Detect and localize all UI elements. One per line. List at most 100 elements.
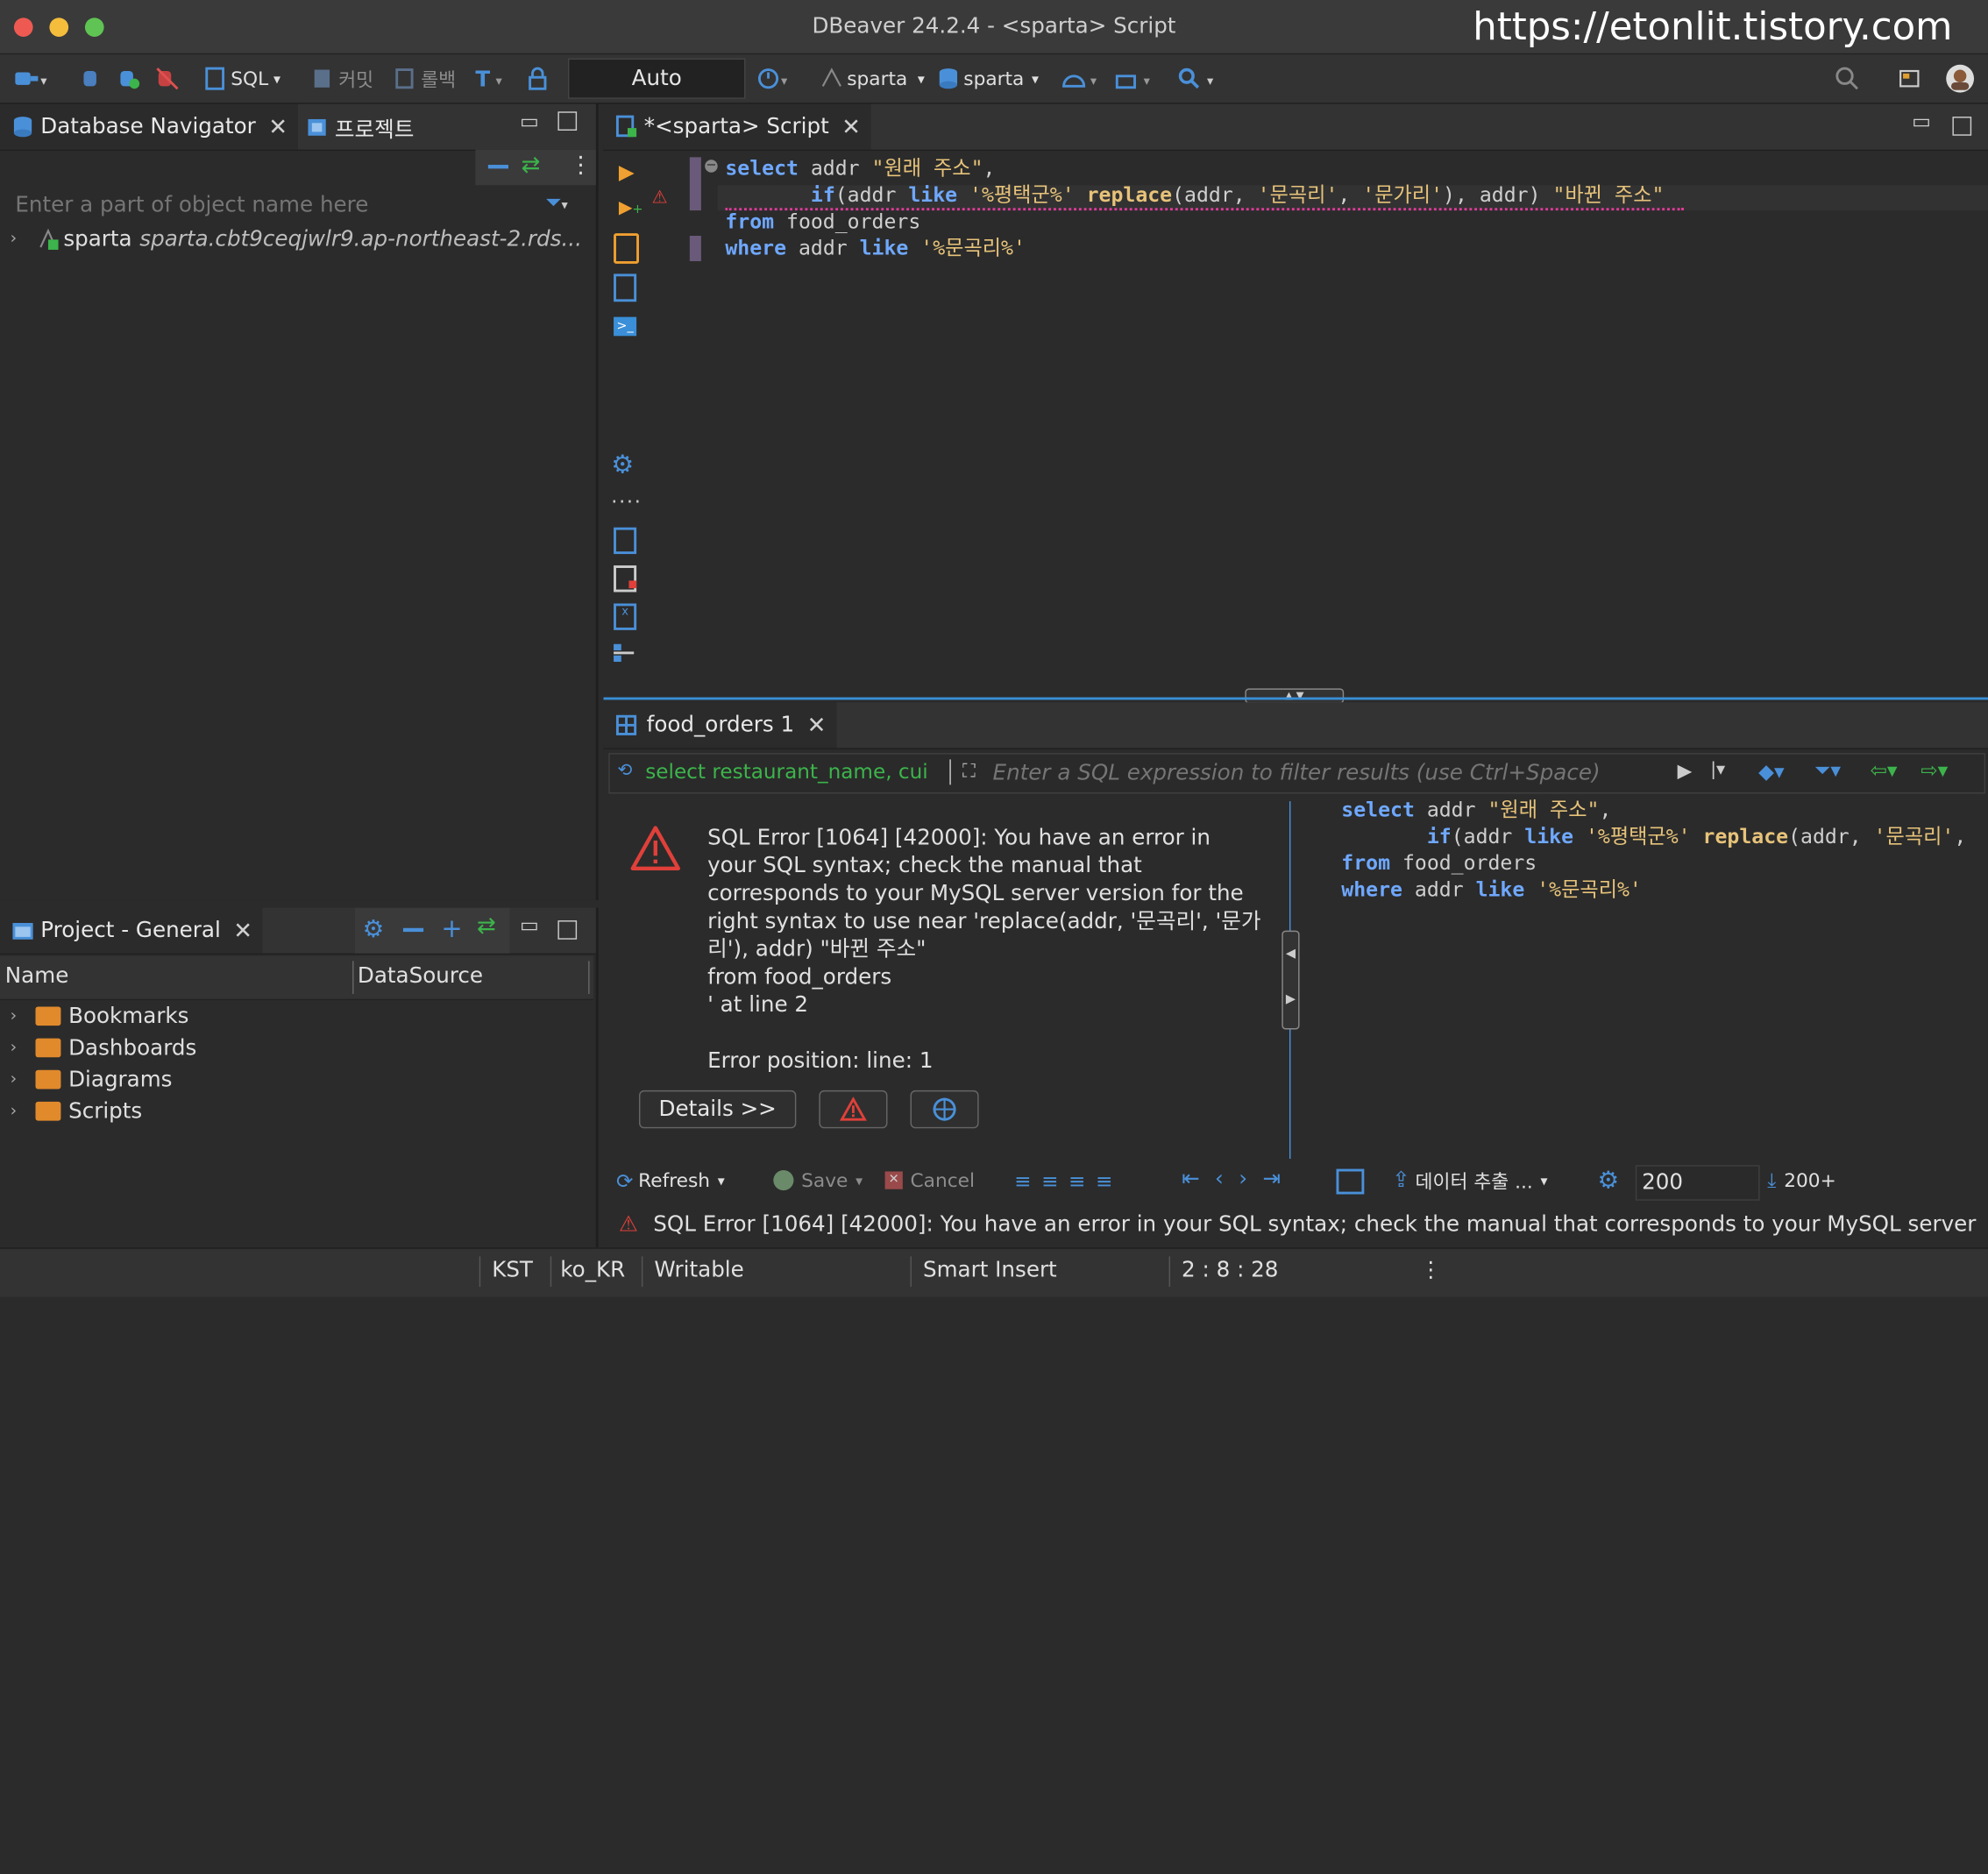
sql-editor-button[interactable]: SQL ▾	[202, 65, 280, 93]
chevron-right-icon[interactable]: ›	[11, 1070, 28, 1090]
error-log-button[interactable]	[819, 1090, 888, 1129]
details-button[interactable]: Details >>	[638, 1090, 797, 1129]
expand-filter-icon[interactable]: ⛶	[962, 759, 976, 782]
chevron-right-icon[interactable]: ›	[11, 1039, 28, 1058]
schema-selector[interactable]: sparta ▾	[935, 65, 1039, 93]
error-marker-icon[interactable]: ⚠	[651, 188, 667, 208]
history-button[interactable]: ▾	[756, 65, 793, 93]
filter-icon[interactable]: ⏷▾	[545, 190, 568, 216]
transaction-mode-button[interactable]: T ▾	[473, 65, 511, 93]
save-button[interactable]: Save ▾	[773, 1167, 863, 1195]
database-navigator-panel: Database Navigator ✕ 프로젝트 ▭ ⇄ ⋮ ⏷▾ › spa…	[0, 103, 599, 900]
eraser-icon[interactable]: ◆▾	[1758, 759, 1784, 783]
fit-icon[interactable]	[1336, 1168, 1365, 1195]
fetch-size-input[interactable]	[1635, 1165, 1760, 1201]
more-options-icon[interactable]: ⋮	[1420, 1249, 1442, 1297]
cancel-button[interactable]: ✕ Cancel	[884, 1167, 975, 1195]
tab-food-orders[interactable]: food_orders 1 ✕	[603, 702, 837, 749]
lock-button[interactable]	[525, 65, 550, 93]
fold-icon[interactable]: −	[705, 160, 718, 173]
search-button[interactable]: ▾	[1176, 65, 1219, 93]
open-perspective-button[interactable]	[1897, 65, 1925, 93]
rollback-button[interactable]: 롤백	[393, 65, 456, 93]
minimize-panel-icon[interactable]: ▭	[520, 109, 539, 132]
locate-error-button[interactable]	[910, 1090, 979, 1129]
more-options-icon[interactable]: ⋮	[569, 153, 592, 179]
results-filter-input[interactable]	[990, 756, 1680, 791]
console-icon[interactable]: >_	[614, 316, 637, 337]
minimize-panel-icon[interactable]: ▭	[1912, 109, 1931, 132]
minimize-panel-icon[interactable]: ▭	[520, 912, 539, 936]
link-editor-icon[interactable]: ⇄	[477, 912, 496, 939]
link-editor-icon[interactable]: ⇄	[521, 153, 540, 179]
close-icon[interactable]: ✕	[807, 712, 827, 738]
execute-script-icon[interactable]	[614, 233, 639, 264]
query-preview[interactable]: select restaurant_name, cui	[645, 759, 944, 783]
variables-icon[interactable]: x	[614, 603, 637, 630]
user-avatar[interactable]	[1945, 64, 1976, 93]
transaction-mode-selector[interactable]: Auto	[567, 58, 746, 99]
chevron-right-icon[interactable]: ›	[11, 230, 28, 249]
connect-button[interactable]	[79, 65, 104, 93]
filter-history-icon[interactable]: |▾	[1710, 759, 1725, 779]
row-edit-icons[interactable]: ≡≡≡≡	[1014, 1169, 1123, 1193]
tab-projects[interactable]: 프로젝트	[304, 104, 414, 150]
collapse-all-icon[interactable]	[402, 927, 424, 933]
navigator-filter-input[interactable]	[12, 188, 538, 224]
global-search-button[interactable]	[1833, 65, 1861, 93]
outline-icon[interactable]	[614, 643, 635, 664]
maximize-panel-icon[interactable]	[1952, 117, 1972, 136]
splitter-handle[interactable]: ▲ ▼	[1245, 688, 1345, 704]
disconnect-button[interactable]	[154, 65, 180, 93]
datasource-selector[interactable]: sparta ▾	[819, 65, 925, 93]
close-icon[interactable]: ✕	[841, 113, 861, 139]
chevron-right-icon[interactable]: ›	[11, 1006, 28, 1026]
new-connection-button[interactable]: ▾	[12, 65, 50, 93]
collapse-all-icon[interactable]	[487, 165, 509, 169]
close-icon[interactable]: ✕	[233, 917, 252, 943]
status-locale[interactable]: ko_KR	[560, 1249, 625, 1297]
maximize-panel-icon[interactable]	[557, 111, 578, 131]
history-icon: ▾	[757, 68, 788, 89]
refresh-button[interactable]: ⟳ Refresh ▾	[616, 1167, 725, 1195]
fetch-more-button[interactable]: ⤓ 200+	[1767, 1167, 1836, 1195]
gear-icon[interactable]: ⚙	[611, 449, 634, 479]
tab-sparta-script[interactable]: *<sparta> Script ✕	[603, 103, 871, 150]
back-arrow-icon[interactable]: ⇦▾	[1870, 758, 1897, 782]
execute-statement-icon[interactable]: ▶	[619, 160, 635, 183]
gear-icon[interactable]: ⚙	[1597, 1167, 1619, 1195]
execute-in-new-tab-icon[interactable]: ▶+	[619, 198, 643, 218]
tools-button[interactable]: ▾	[1113, 65, 1156, 93]
connection-row[interactable]: › sparta sparta.cbt9ceqjwlr9.ap-northeas…	[11, 224, 582, 255]
project-item-dashboards[interactable]: › Dashboards	[11, 1032, 197, 1063]
chevron-right-icon[interactable]: ›	[11, 1102, 28, 1121]
commit-button[interactable]: 커밋	[310, 65, 373, 93]
expand-all-icon[interactable]: +	[441, 912, 462, 943]
project-item-scripts[interactable]: › Scripts	[11, 1096, 143, 1127]
forward-arrow-icon[interactable]: ⇨▾	[1921, 758, 1948, 782]
tab-project-general[interactable]: Project - General ✕	[0, 907, 263, 954]
export-icon[interactable]	[614, 527, 637, 555]
project-item-diagrams[interactable]: › Diagrams	[11, 1064, 173, 1096]
export-data-button[interactable]: ⇪ 데이터 추출 ... ▾	[1392, 1167, 1547, 1195]
close-icon[interactable]: ✕	[268, 113, 288, 139]
filter-icon[interactable]: ⏷▾	[1814, 758, 1841, 784]
query-text-panel[interactable]: select addr "원래 주소", if(addr like '%평택군%…	[1341, 796, 1966, 902]
dashboard-button[interactable]: ▾	[1060, 65, 1103, 93]
show-errors-icon[interactable]	[614, 565, 637, 593]
more-dots-icon[interactable]: ····	[611, 489, 642, 513]
column-header-datasource[interactable]: DataSource	[358, 963, 483, 989]
splitter-toggle[interactable]: ◀ ▶	[1282, 930, 1300, 1030]
explain-plan-icon[interactable]	[614, 273, 637, 302]
editor-results-divider[interactable]	[603, 697, 1988, 700]
column-header-name[interactable]: Name	[5, 963, 69, 989]
tab-database-navigator[interactable]: Database Navigator ✕	[0, 103, 298, 150]
gear-icon[interactable]: ⚙	[363, 915, 385, 943]
apply-filter-icon[interactable]: ▶	[1678, 759, 1693, 782]
error-line: from food_orders	[707, 964, 892, 990]
navigation-icons[interactable]: ⇤‹›⇥	[1182, 1167, 1296, 1192]
project-item-bookmarks[interactable]: › Bookmarks	[11, 1000, 189, 1032]
status-timezone[interactable]: KST	[492, 1249, 533, 1297]
maximize-panel-icon[interactable]	[557, 920, 578, 940]
reconnect-button[interactable]	[117, 65, 142, 93]
